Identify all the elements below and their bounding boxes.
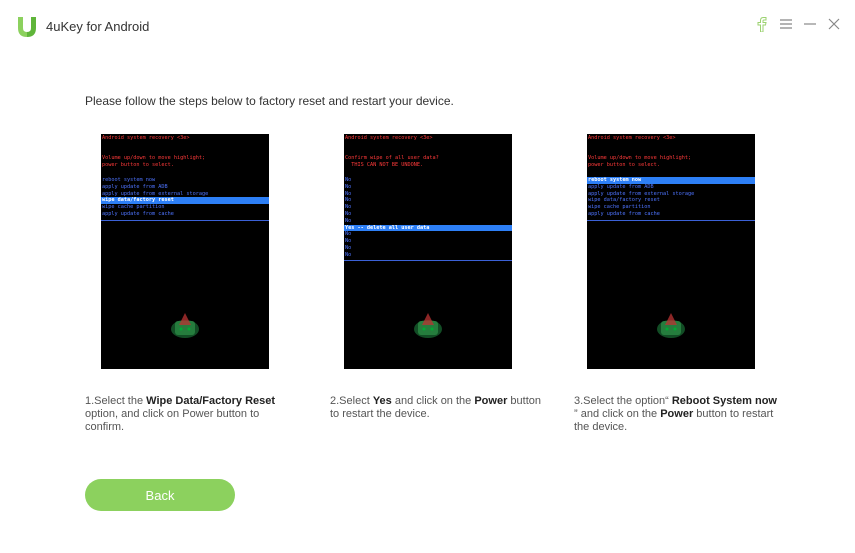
recovery-menu: reboot system now apply update from ADB …: [587, 177, 755, 218]
window-controls: [755, 16, 841, 32]
close-icon[interactable]: [827, 16, 841, 32]
caption-text: option, and click on Power button to con…: [85, 408, 260, 433]
recovery-menu-item: No: [345, 251, 352, 258]
recovery-screen-step-3: Android system recovery <3e> Volume up/d…: [587, 134, 755, 369]
app-logo-icon: [15, 14, 39, 38]
recovery-menu-item: apply update from ADB: [102, 183, 168, 190]
recovery-menu-item: wipe data/factory reset: [588, 197, 660, 204]
caption-text: 3.Select the option“: [574, 395, 672, 407]
android-robot-icon: [406, 305, 450, 343]
caption-bold: Wipe Data/Factory Reset: [146, 395, 276, 407]
recovery-menu-item: apply update from cache: [102, 210, 174, 217]
instruction-text: Please follow the steps below to factory…: [85, 94, 454, 108]
step-1-caption: 1.Select the Wipe Data/Factory Reset opt…: [85, 395, 300, 434]
recovery-instructions: Volume up/down to move highlight; power …: [588, 155, 692, 168]
step-2-caption: 2.Select Yes and click on the Power butt…: [330, 395, 545, 421]
recovery-screen-step-1: Android system recovery <3e> Volume up/d…: [101, 134, 269, 369]
caption-text: ” and click on the: [574, 408, 661, 420]
app-title: 4uKey for Android: [46, 19, 150, 34]
recovery-header: Android system recovery <3e>: [588, 135, 676, 141]
recovery-menu-item: No: [345, 231, 352, 238]
caption-text: button: [507, 395, 541, 407]
recovery-menu-item-selected: wipe data/factory reset: [101, 197, 269, 205]
caption-text: the device.: [574, 421, 628, 433]
recovery-menu-item: wipe cache partition: [588, 204, 651, 211]
android-robot-icon: [649, 305, 693, 343]
menu-divider: [344, 260, 512, 261]
caption-text: button to restart: [693, 408, 774, 420]
back-button[interactable]: Back: [85, 479, 235, 511]
recovery-menu-item: No: [345, 190, 352, 197]
recovery-menu-item: apply update from cache: [588, 210, 660, 217]
caption-text: and click on the: [391, 395, 475, 407]
recovery-menu-item: apply update from external storage: [102, 190, 209, 197]
caption-bold: Power: [474, 395, 508, 407]
recovery-menu: reboot system now apply update from ADB …: [101, 177, 269, 218]
recovery-screen-step-2: Android system recovery <3e> Confirm wip…: [344, 134, 512, 369]
recovery-instructions: Volume up/down to move highlight; power …: [102, 155, 206, 168]
recovery-menu-item: apply update from external storage: [588, 190, 695, 197]
recovery-menu-item: No: [345, 238, 352, 245]
recovery-menu-item: No: [345, 210, 352, 217]
facebook-icon[interactable]: [755, 16, 769, 32]
caption-bold: Reboot System now: [671, 395, 777, 407]
recovery-menu-item: No: [345, 244, 352, 251]
recovery-header: Android system recovery <3e>: [345, 135, 433, 141]
recovery-menu-item: No: [345, 177, 352, 183]
recovery-menu: No No No No No No No Yes -- delete all u…: [344, 177, 512, 259]
caption-bold: Power: [660, 408, 694, 420]
minimize-icon[interactable]: [803, 16, 817, 32]
recovery-menu-item: reboot system now: [102, 177, 156, 183]
caption-text: 2.Select: [330, 395, 373, 407]
step-3-caption: 3.Select the option“ Reboot System now ”…: [574, 395, 789, 434]
recovery-menu-item: No: [345, 204, 352, 211]
caption-text: to restart the device.: [330, 408, 430, 420]
android-robot-icon: [163, 305, 207, 343]
caption-bold: Yes: [372, 395, 392, 407]
menu-icon[interactable]: [779, 16, 793, 32]
recovery-menu-item-selected: reboot system now: [587, 177, 755, 184]
recovery-menu-item: No: [345, 197, 352, 204]
recovery-header: Android system recovery <3e>: [102, 135, 190, 141]
recovery-menu-item: No: [345, 217, 352, 224]
recovery-menu-item-selected: Yes -- delete all user data: [344, 224, 512, 232]
caption-text: 1.Select the: [85, 395, 147, 407]
recovery-menu-item: No: [345, 183, 352, 190]
recovery-menu-item: apply update from ADB: [588, 183, 654, 190]
menu-divider: [587, 220, 755, 221]
recovery-instructions: Confirm wipe of all user data? THIS CAN …: [345, 155, 439, 168]
menu-divider: [101, 220, 269, 221]
recovery-menu-item: wipe cache partition: [102, 204, 165, 211]
